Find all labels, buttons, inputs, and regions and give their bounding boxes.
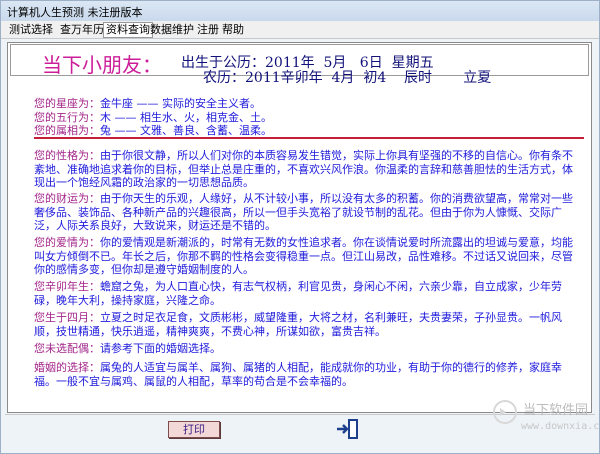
section-text: 由于你天生的乐观，人缘好，从不计较小事，所以没有太多的积蓄。你的消费欲望高，常常… (34, 192, 573, 233)
menu-item-data-maintenance[interactable]: 数据维护 (148, 23, 196, 37)
exit-button[interactable] (335, 418, 359, 440)
watermark-brand: 当下软件园 (523, 403, 589, 418)
title-bar: 计算机人生预测 未注册版本 (1, 1, 599, 21)
section-text: 你的爱情观是新潮派的，时常有无数的女性追求者。你在谈情说爱时所流露出的坦诚与爱意… (34, 236, 573, 277)
print-button[interactable]: 打印 (168, 421, 220, 438)
section-fortune: 您的财运为：由于你天生的乐观，人缘好，从不计较小事，所以没有太多的积蓄。你的消费… (34, 192, 582, 233)
section-text: 由于你很文静，所以人们对你的本质容易发生错觉，实际上你具有坚强的不移的自信心。你… (34, 149, 573, 190)
section-five-elements: 您的五行为：木 —— 相生水、火，相克金、土。 (34, 111, 582, 125)
menu-item-register[interactable]: 注册 (195, 23, 221, 37)
section-text: 木 —— 相生水、火，相克金、土。 (100, 111, 272, 124)
section-text: 立夏之时足衣足食，文质彬彬，威望隆重，大将之材，名利兼旺，夫贵妻荣，子孙显贵。一… (34, 311, 562, 338)
section-label: 您的属相为： (34, 124, 100, 137)
section-text: 蟾窟之兔，为人口直心快，有志气权柄，利官见贵，身闲心不闲，六亲少靠，自立成家，少… (34, 280, 562, 307)
section-divider (34, 137, 584, 139)
section-label: 您的五行为： (34, 111, 100, 124)
watermark-url: www.downxia.com (521, 421, 600, 432)
section-label: 您辛卯年生： (34, 280, 100, 293)
section-label: 您的星座为： (34, 97, 100, 110)
section-birth-month: 您生于四月：立夏之时足衣足食，文质彬彬，威望隆重，大将之材，名利兼旺，夫贵妻荣，… (34, 311, 582, 338)
section-text: 兔 —— 文雅、善良、含蓄、温柔。 (100, 124, 272, 137)
menu-item-help[interactable]: 帮助 (220, 23, 246, 37)
section-constellation: 您的星座为：金牛座 —— 实际的安全主义者。 (34, 97, 582, 111)
app-window: 计算机人生预测 未注册版本 测试选择 查万年历 资料查询 数据维护 注册 帮助 … (0, 0, 600, 454)
result-panel: 当下小朋友： 出生于公历：2011年 5月 6日 星期五 农历：2011辛卯年 … (7, 42, 592, 413)
menu-item-calendar[interactable]: 查万年历 (58, 23, 106, 37)
menu-item-test-select[interactable]: 测试选择 (7, 23, 55, 37)
section-text: 请参考下面的婚姻选择。 (100, 342, 221, 355)
section-text: 属兔的人适宜与属羊、属狗、属猪的人相配，能成就你的功业，有助于你的德行的修养，家… (34, 361, 562, 388)
section-label: 您生于四月： (34, 311, 100, 324)
watermark-logo-icon (493, 400, 517, 424)
section-zodiac: 您的属相为：兔 —— 文雅、善良、含蓄、温柔。 (34, 124, 582, 138)
section-label: 您的性格为： (34, 149, 100, 162)
section-label: 您未选配偶： (34, 342, 100, 355)
section-marriage: 婚姻的选择：属兔的人适宜与属羊、属狗、属猪的人相配，能成就你的功业，有助于你的德… (34, 361, 582, 388)
section-love: 您的爱情为：你的爱情观是新潮派的，时常有无数的女性追求者。你在谈情说爱时所流露出… (34, 236, 582, 277)
birth-info-box: 当下小朋友： 出生于公历：2011年 5月 6日 星期五 农历：2011辛卯年 … (10, 44, 589, 86)
menu-item-data-query[interactable]: 资料查询 (103, 22, 153, 38)
greeting-label: 当下小朋友： (42, 53, 162, 77)
birth-date-lunar: 农历：2011辛卯年 4月 初4 辰时 立夏 (203, 70, 492, 86)
section-personality: 您的性格为：由于你很文静，所以人们对你的本质容易发生错觉，实际上你具有坚强的不移… (34, 149, 582, 190)
section-label: 您的爱情为： (34, 236, 100, 249)
section-label: 婚姻的选择： (34, 361, 100, 374)
section-spouse: 您未选配偶：请参考下面的婚姻选择。 (34, 342, 582, 356)
window-title: 计算机人生预测 未注册版本 (7, 6, 143, 19)
section-label: 您的财运为： (34, 192, 100, 205)
menu-bar: 测试选择 查万年历 资料查询 数据维护 注册 帮助 (1, 21, 599, 39)
section-birth-year: 您辛卯年生：蟾窟之兔，为人口直心快，有志气权柄，利官见贵，身闲心不闲，六亲少靠，… (34, 280, 582, 307)
section-text: 金牛座 —— 实际的安全主义者。 (100, 97, 261, 110)
exit-door-icon (337, 419, 358, 439)
